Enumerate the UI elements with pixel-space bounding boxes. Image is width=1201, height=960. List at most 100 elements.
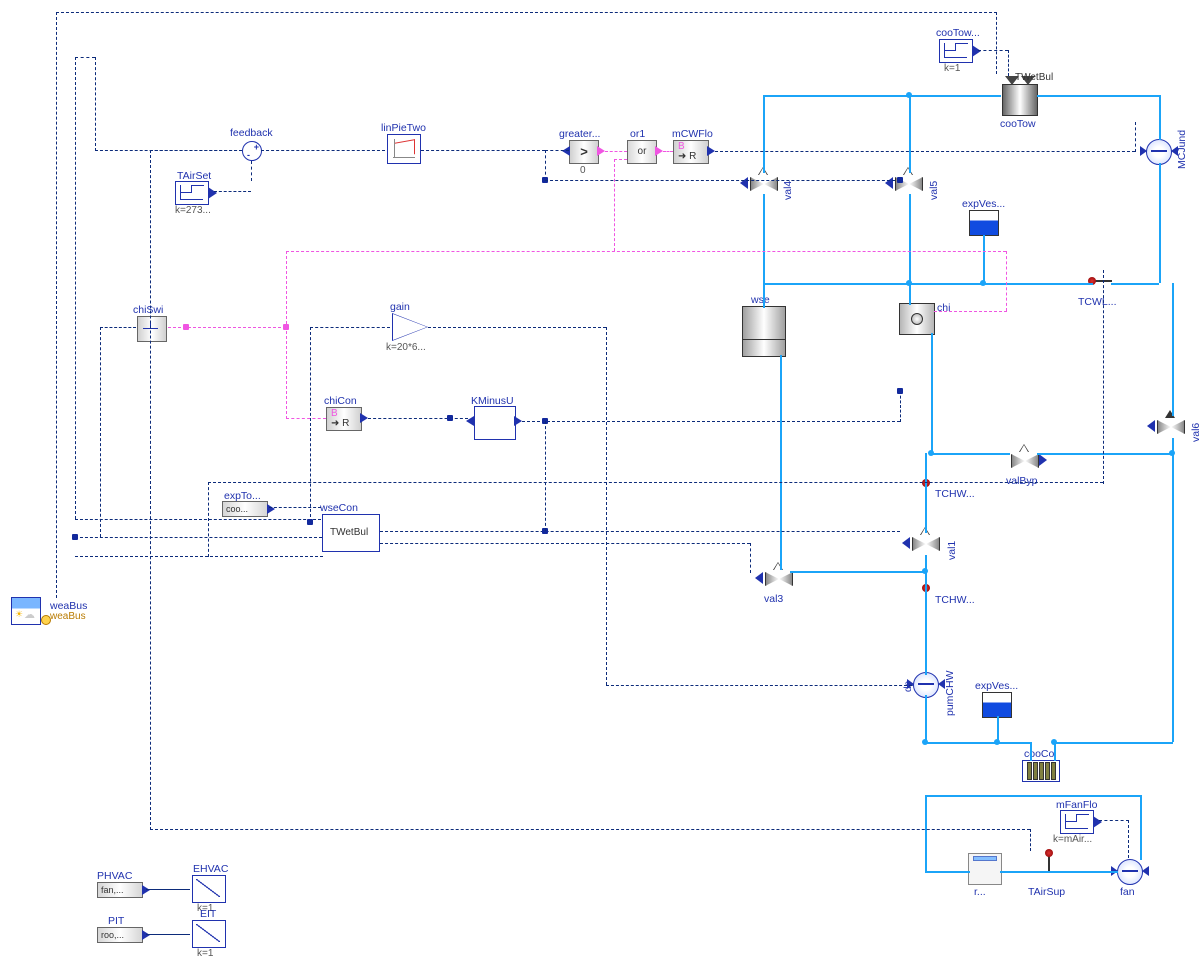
PHVAC-input[interactable]: fan,... [97,882,143,898]
wire-pink [605,151,627,152]
cooCoi-block[interactable] [1022,760,1060,782]
wire [522,421,900,422]
val4-valve[interactable] [750,171,776,193]
or1-block[interactable]: or [627,140,657,164]
PIT-input[interactable]: roo,... [97,927,143,943]
linPieTwo-label: linPieTwo [381,122,426,134]
wire [1135,122,1136,152]
wire [606,327,607,685]
feedback-sum[interactable]: +- [242,141,262,161]
pipe-junction [922,568,928,574]
pipe [1037,453,1172,455]
expVes-label: expVes... [962,198,1005,210]
wire-pink [286,251,287,419]
wse-block[interactable] [742,306,786,342]
cooTow-block[interactable] [1002,84,1038,116]
pipe [1000,871,1118,873]
wire [545,180,900,181]
chiCon-out-icon [360,413,368,423]
wseCon-block[interactable]: TWetBul [322,514,380,552]
pipe [780,355,782,570]
cooCoi-label: cooCoi [1024,748,1057,760]
pipe [1037,95,1160,97]
weabus-label: weaBus [50,600,87,612]
pipe [983,235,985,284]
cooTowConst-label: cooTow... [936,27,980,39]
mCWFlo-out-icon [707,146,715,156]
wire [150,150,151,830]
valByp-valve[interactable] [1011,448,1037,470]
greater-sub: 0 [580,165,586,177]
pipe [925,695,927,742]
wire [75,556,323,557]
bus-connector-icon [41,615,51,625]
pipe [1111,283,1159,285]
wire [208,482,209,557]
mFanFlo-block[interactable] [1060,810,1094,834]
weatherdata-block[interactable] [11,597,41,625]
chi-block[interactable] [899,303,935,335]
chiSwi-label: chiSwi [133,304,163,316]
wire [715,151,1135,152]
wire-pink [286,418,326,419]
pipe-junction [928,450,934,456]
wseCon-inner: TWetBul [330,527,368,539]
wire [269,507,321,508]
room-roof-icon [973,856,997,861]
wire [75,519,321,520]
cooTow-label: cooTow [1000,118,1036,130]
pumCHW-label: pumCHW [944,670,956,716]
gain-block[interactable] [392,313,428,341]
expTo-block[interactable]: coo... [222,501,268,517]
wire [1103,270,1104,484]
EIT-param: k=1 [197,948,213,960]
junction-dot [447,415,453,421]
wire [56,12,997,13]
wire [545,421,546,531]
greater-input-icon [562,146,570,156]
room-block[interactable] [968,853,1002,885]
EIT-block[interactable] [192,920,226,948]
PHVAC-label: PHVAC [97,870,132,882]
val3-valve[interactable] [765,566,791,588]
wire [421,150,545,151]
weabus-label2: weaBus [50,611,86,623]
wire [100,327,101,537]
val1-valve[interactable] [912,531,938,553]
TAirSet-const-block[interactable] [175,181,209,205]
linPieTwo-block[interactable] [387,134,421,164]
wire [1008,50,1009,76]
wire [380,543,750,544]
fan-pump[interactable] [1117,859,1143,885]
val5-label: val5 [928,181,940,200]
mCWFlo-block[interactable]: B ➜ R [673,140,709,164]
pipe [763,95,765,173]
chiSwi-block[interactable] [137,316,167,342]
mFanFlo-param: k=mAir... [1053,834,1092,846]
junction-dot [307,519,313,525]
kminus-out-icon [514,416,522,426]
pipe-junction [994,739,1000,745]
pumCW-pump[interactable] [1146,139,1172,165]
pipe-junction [1169,450,1175,456]
wire [214,191,251,192]
pipe [909,283,1093,285]
wire [310,327,311,522]
expVes2-block[interactable] [982,692,1012,718]
EHVAC-block[interactable] [192,875,226,903]
wire [146,889,190,890]
wire [750,543,751,573]
pipe [925,453,927,533]
greaterThreshold-block[interactable]: > [569,140,599,164]
val6-valve[interactable] [1157,414,1183,436]
expVes-block[interactable] [969,210,999,236]
wire [261,150,385,151]
TCHWl-label: TCHW... [935,594,975,606]
PIT-label: PIT [108,915,124,927]
chiCon-block[interactable]: B ➜ R [326,407,362,431]
KMinusU-block[interactable] [474,406,516,440]
wire [146,934,190,935]
cooTowConst-block[interactable] [939,39,973,63]
cooTowConst-param: k=1 [944,63,960,75]
chiCon-arr: ➜ R [331,418,349,430]
